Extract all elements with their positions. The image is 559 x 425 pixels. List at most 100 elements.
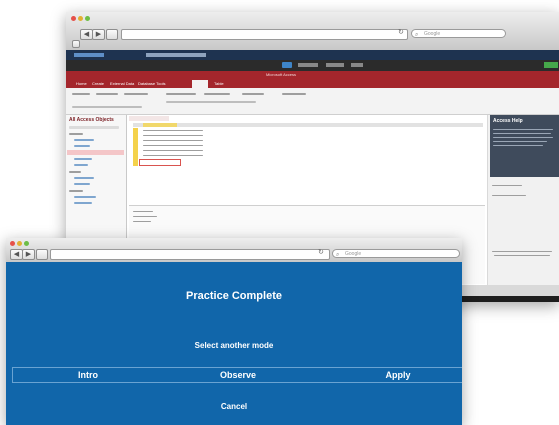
search-icon: ⌕ bbox=[336, 252, 340, 258]
help-title: Access Help bbox=[493, 118, 523, 124]
nav-item-8[interactable] bbox=[74, 196, 96, 198]
nav-group-reports bbox=[69, 190, 83, 192]
tab-overview-button[interactable] bbox=[72, 40, 80, 48]
remote-bar-title bbox=[146, 53, 206, 57]
search-placeholder: Google bbox=[424, 31, 441, 37]
help-note-1 bbox=[492, 251, 552, 252]
help-line-2 bbox=[493, 133, 551, 134]
remote-top-bar bbox=[66, 50, 559, 60]
ribbon-tab-home[interactable]: Home bbox=[76, 81, 87, 86]
back-arrow-icon: ◀ bbox=[13, 250, 20, 258]
datasheet-row-highlight[interactable] bbox=[139, 159, 181, 166]
ribbon-group-5[interactable] bbox=[204, 93, 230, 95]
nav-item-9[interactable] bbox=[74, 202, 92, 204]
search-field[interactable]: ⌕ Google bbox=[411, 29, 506, 38]
datasheet-row-5[interactable] bbox=[143, 150, 203, 151]
help-line-1 bbox=[493, 129, 553, 130]
refresh-icon[interactable]: ↻ bbox=[318, 248, 324, 256]
datasheet-row-selector[interactable] bbox=[133, 128, 138, 166]
ribbon-tab-dbtools[interactable]: Database Tools bbox=[138, 81, 166, 86]
search-icon: ⌕ bbox=[415, 32, 419, 38]
url-bar[interactable] bbox=[121, 29, 408, 40]
close-dot-icon[interactable] bbox=[71, 16, 76, 21]
property-2[interactable] bbox=[133, 216, 157, 217]
ribbon-tab-create[interactable]: Create bbox=[92, 81, 104, 86]
nav-item-2[interactable] bbox=[74, 145, 90, 147]
access-window-title: Microsoft Access bbox=[266, 72, 297, 77]
apply-mode-button[interactable]: Apply bbox=[368, 368, 428, 382]
ribbon-tab-external[interactable]: External Data bbox=[110, 81, 134, 86]
access-ribbon bbox=[66, 88, 559, 115]
menu-pill-active[interactable] bbox=[282, 62, 292, 68]
datasheet-row-2[interactable] bbox=[143, 135, 203, 136]
ribbon-tab-fields[interactable] bbox=[192, 80, 208, 88]
nav-search[interactable] bbox=[69, 126, 119, 129]
nav-group-forms bbox=[69, 171, 81, 173]
zoom-dot-icon[interactable] bbox=[24, 241, 29, 246]
nav-item-selected[interactable] bbox=[67, 150, 124, 155]
datasheet-row-3[interactable] bbox=[143, 140, 203, 141]
zoom-dot-icon[interactable] bbox=[85, 16, 90, 21]
help-link-2[interactable] bbox=[492, 195, 526, 196]
access-help-panel: Access Help bbox=[488, 115, 559, 285]
datasheet-row-1[interactable] bbox=[143, 130, 203, 131]
nav-item-6[interactable] bbox=[74, 177, 94, 179]
nav-pane-title: All Access Objects bbox=[69, 117, 114, 123]
share-button[interactable] bbox=[36, 249, 48, 260]
help-line-5 bbox=[493, 145, 543, 146]
ribbon-group-9[interactable] bbox=[72, 106, 142, 108]
nav-group-tables bbox=[69, 133, 83, 135]
property-3[interactable] bbox=[133, 221, 151, 222]
menu-pill-4[interactable] bbox=[351, 63, 363, 67]
forward-arrow-icon: ▶ bbox=[25, 250, 32, 258]
observe-mode-button[interactable]: Observe bbox=[203, 368, 273, 382]
datasheet-row-4[interactable] bbox=[143, 145, 203, 146]
help-dark-box: Access Help bbox=[490, 115, 559, 177]
forward-arrow-icon: ▶ bbox=[95, 30, 102, 38]
ribbon-group-1[interactable] bbox=[72, 93, 90, 95]
ribbon-tab-table[interactable]: Table bbox=[214, 81, 224, 86]
help-line-4 bbox=[493, 141, 547, 142]
minimize-dot-icon[interactable] bbox=[78, 16, 83, 21]
menu-pill-green[interactable] bbox=[544, 62, 558, 68]
nav-item-1[interactable] bbox=[74, 139, 94, 141]
share-button[interactable] bbox=[106, 29, 118, 40]
table-tab[interactable] bbox=[129, 116, 169, 121]
help-note-2 bbox=[494, 255, 550, 256]
front-window-titlebar: ◀ ▶ ↻ ⌕ Google bbox=[6, 238, 462, 263]
ribbon-group-8[interactable] bbox=[166, 101, 256, 103]
front-browser-window: ◀ ▶ ↻ ⌕ Google Practice Complete Select a… bbox=[6, 238, 462, 425]
help-link-1[interactable] bbox=[492, 185, 522, 186]
datasheet-col-selected[interactable] bbox=[143, 123, 177, 127]
ribbon-group-7[interactable] bbox=[282, 93, 306, 95]
cancel-button[interactable]: Cancel bbox=[196, 402, 272, 411]
mode-selector-row: Intro Observe Apply bbox=[12, 367, 462, 383]
refresh-icon[interactable]: ↻ bbox=[398, 28, 404, 36]
nav-item-5[interactable] bbox=[74, 164, 88, 166]
access-title-bar: Microsoft Access Home Create External Da… bbox=[66, 71, 559, 88]
ribbon-group-6[interactable] bbox=[242, 93, 264, 95]
ribbon-group-3[interactable] bbox=[124, 93, 148, 95]
menu-pill-2[interactable] bbox=[298, 63, 318, 67]
url-bar[interactable] bbox=[50, 249, 330, 260]
minimize-dot-icon[interactable] bbox=[17, 241, 22, 246]
datasheet-header bbox=[133, 123, 483, 127]
nav-item-4[interactable] bbox=[74, 158, 92, 160]
ribbon-group-4[interactable] bbox=[166, 93, 196, 95]
modal-title: Practice Complete bbox=[186, 290, 282, 302]
help-line-3 bbox=[493, 137, 553, 138]
practice-complete-modal: Practice Complete Select another mode In… bbox=[6, 262, 462, 425]
datasheet-row-6[interactable] bbox=[143, 155, 203, 156]
nav-item-7[interactable] bbox=[74, 183, 90, 185]
ribbon-group-2[interactable] bbox=[96, 93, 118, 95]
intro-mode-button[interactable]: Intro bbox=[58, 368, 118, 382]
search-placeholder: Google bbox=[345, 251, 362, 257]
menu-pill-3[interactable] bbox=[326, 63, 344, 67]
property-1[interactable] bbox=[133, 211, 153, 212]
modal-subtitle: Select another mode bbox=[194, 341, 274, 350]
close-dot-icon[interactable] bbox=[10, 241, 15, 246]
forward-button[interactable]: ▶ bbox=[22, 249, 35, 260]
forward-button[interactable]: ▶ bbox=[92, 29, 105, 40]
search-field[interactable]: ⌕ Google bbox=[332, 249, 460, 258]
access-menu-bar bbox=[66, 60, 559, 71]
